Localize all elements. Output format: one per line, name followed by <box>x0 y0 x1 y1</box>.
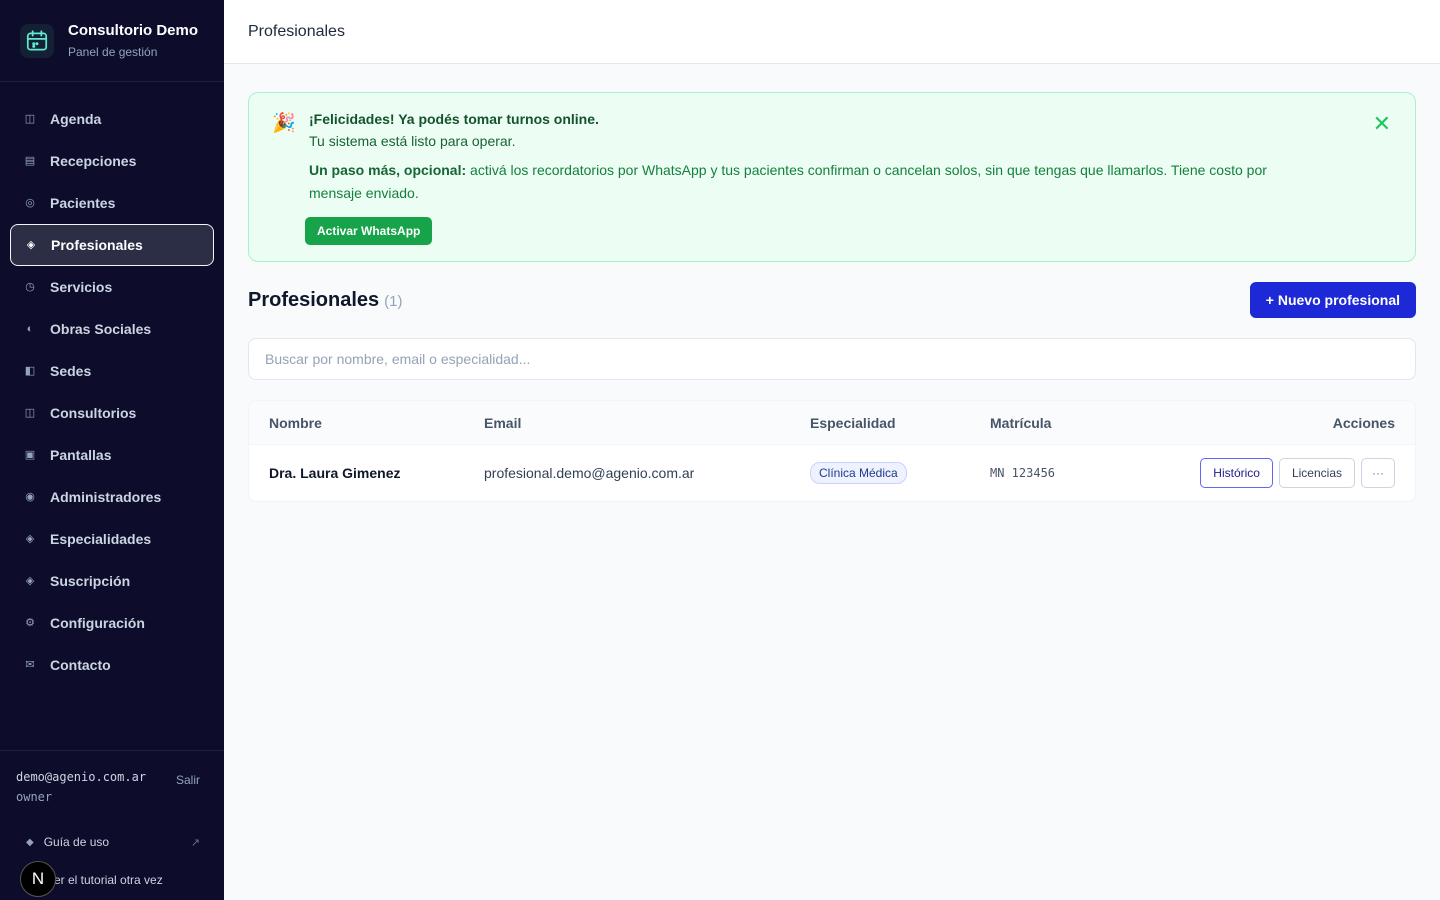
user-block: demo@agenio.com.ar owner Salir <box>0 751 224 807</box>
sidebar-item-servicios[interactable]: ◷ Servicios <box>10 266 214 308</box>
external-link-icon: ↗ <box>190 836 200 849</box>
screen-icon: ▣ <box>24 448 36 461</box>
calendar-icon <box>20 23 54 58</box>
user-email: demo@agenio.com.ar <box>16 770 147 784</box>
table-header: Nombre Email Especialidad Matrícula Acci… <box>249 401 1415 445</box>
gear-icon: ⚙ <box>25 616 35 629</box>
agenda-icon: ◫ <box>24 112 36 125</box>
professional-license: MN 123456 <box>990 466 1056 480</box>
banner-title: ¡Felicidades! Ya podés tomar turnos onli… <box>309 111 599 127</box>
tutorial-link[interactable]: N er el tutorial otra vez <box>0 861 224 897</box>
section-header: Profesionales (1) + Nuevo profesional <box>248 282 1416 318</box>
professionals-icon: ◈ <box>26 238 36 251</box>
section-title: Profesionales (1) <box>248 289 403 312</box>
sidebar-item-label: Administradores <box>50 489 162 505</box>
column-header-name: Nombre <box>269 414 322 431</box>
row-actions: Histórico Licencias ··· <box>1200 458 1395 488</box>
sidebar-item-pantallas[interactable]: ▣ Pantallas <box>10 434 214 476</box>
sidebar-item-label: Sedes <box>50 363 92 379</box>
specialty-cell: Clínica Médica <box>810 462 907 484</box>
party-icon: 🎉 <box>272 113 296 134</box>
sidebar-footer: demo@agenio.com.ar owner Salir ◆ Guía de… <box>0 750 224 900</box>
clock-icon: ◷ <box>25 280 35 293</box>
logout-button[interactable]: Salir <box>176 773 200 807</box>
sidebar-item-label: Especialidades <box>50 531 152 547</box>
sidebar-item-contacto[interactable]: ✉ Contacto <box>10 644 214 686</box>
building-icon: ◧ <box>24 364 36 377</box>
topbar: Profesionales <box>224 0 1440 64</box>
subscription-icon: ◈ <box>25 574 35 587</box>
column-header-actions: Acciones <box>1332 414 1395 431</box>
licenses-button[interactable]: Licencias <box>1278 458 1355 488</box>
sidebar-item-label: Obras Sociales <box>50 321 152 337</box>
search-input[interactable] <box>265 351 1415 367</box>
half-circle-icon: ◐ <box>26 322 34 335</box>
banner-body-bold: Un paso más, opcional: <box>309 162 467 178</box>
sidebar-item-label: Recepciones <box>50 153 137 169</box>
sidebar: Consultorio Demo Panel de gestión ◫ Agend… <box>0 0 224 900</box>
sidebar-item-label: Pacientes <box>50 195 116 211</box>
section-title-text: Profesionales <box>248 288 380 311</box>
column-header-email: Email <box>484 414 522 431</box>
page-title: Profesionales <box>248 22 345 40</box>
sidebar-item-label: Servicios <box>50 279 113 295</box>
table-row: Dra. Laura Gimenez profesional.demo@agen… <box>249 445 1415 501</box>
professionals-table: Nombre Email Especialidad Matrícula Acci… <box>248 400 1416 502</box>
sidebar-item-pacientes[interactable]: ◎ Pacientes <box>10 182 214 224</box>
diamond-icon: ◆ <box>26 836 34 848</box>
sidebar-item-label: Contacto <box>50 657 111 673</box>
patients-icon: ◎ <box>25 196 35 209</box>
user-role: owner <box>16 790 53 804</box>
sidebar-item-label: Agenda <box>50 111 102 127</box>
sidebar-item-label: Profesionales <box>51 237 143 253</box>
brand-title: Consultorio Demo <box>68 22 198 39</box>
sidebar-item-recepciones[interactable]: ▤ Recepciones <box>10 140 214 182</box>
sidebar-item-configuracion[interactable]: ⚙ Configuración <box>10 602 214 644</box>
sidebar-item-label: Consultorios <box>50 405 137 421</box>
professional-name: Dra. Laura Gimenez <box>269 465 401 481</box>
column-header-specialty: Especialidad <box>810 414 896 431</box>
main-content: 🎉 ¡Felicidades! Ya podés tomar turnos on… <box>248 92 1416 502</box>
sidebar-item-administradores[interactable]: ◉ Administradores <box>10 476 214 518</box>
close-icon[interactable]: ✕ <box>1373 113 1391 135</box>
n-badge-button[interactable]: N <box>20 861 56 897</box>
section-count: (1) <box>384 292 403 310</box>
column-header-license: Matrícula <box>990 414 1052 431</box>
banner-body: Un paso más, opcional: activá los record… <box>309 159 1319 205</box>
more-options-button[interactable]: ··· <box>1361 458 1395 488</box>
brand: Consultorio Demo Panel de gestión <box>0 0 224 82</box>
sidebar-item-label: Suscripción <box>50 573 131 589</box>
professional-email: profesional.demo@agenio.com.ar <box>484 465 695 481</box>
sidebar-item-agenda[interactable]: ◫ Agenda <box>10 98 214 140</box>
new-professional-button[interactable]: + Nuevo profesional <box>1249 282 1416 318</box>
sidebar-item-suscripcion[interactable]: ◈ Suscripción <box>10 560 214 602</box>
guide-link[interactable]: ◆ Guía de uso ↗ <box>0 835 224 849</box>
room-icon: ◫ <box>24 406 36 419</box>
activate-whatsapp-button[interactable]: Activar WhatsApp <box>305 217 433 245</box>
sidebar-item-profesionales[interactable]: ◈ Profesionales <box>10 224 214 266</box>
history-button[interactable]: Histórico <box>1200 458 1273 488</box>
success-banner: 🎉 ¡Felicidades! Ya podés tomar turnos on… <box>248 92 1416 262</box>
admin-icon: ◉ <box>25 490 35 503</box>
sidebar-nav: ◫ Agenda ▤ Recepciones ◎ Pacientes ◈ Profesi… <box>0 82 224 686</box>
sidebar-item-label: Configuración <box>50 615 145 631</box>
sidebar-item-consultorios[interactable]: ◫ Consultorios <box>10 392 214 434</box>
tutorial-label: er el tutorial otra vez <box>54 873 163 887</box>
brand-subtitle: Panel de gestión <box>68 45 158 59</box>
guide-label: Guía de uso <box>43 835 110 849</box>
specialty-icon: ◈ <box>25 532 35 545</box>
reception-icon: ▤ <box>24 154 36 167</box>
search-box <box>248 338 1416 380</box>
sidebar-item-sedes[interactable]: ◧ Sedes <box>10 350 214 392</box>
sidebar-item-label: Pantallas <box>50 447 112 463</box>
specialty-badge: Clínica Médica <box>810 462 907 484</box>
mail-icon: ✉ <box>25 658 35 671</box>
sidebar-item-obras-sociales[interactable]: ◐ Obras Sociales <box>10 308 214 350</box>
banner-subtitle: Tu sistema está listo para operar. <box>309 133 516 149</box>
sidebar-item-especialidades[interactable]: ◈ Especialidades <box>10 518 214 560</box>
